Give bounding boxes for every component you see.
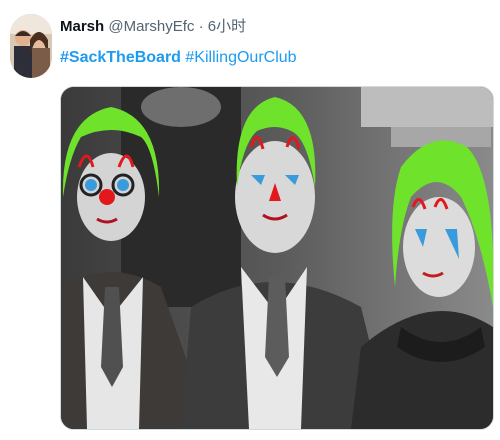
tweet-card: Marsh @MarshyEfc · 6小时 #SackTheBoard #Ki… bbox=[0, 0, 500, 440]
hashtag-killingourclub[interactable]: #KillingOurClub bbox=[185, 49, 296, 66]
avatar-image bbox=[10, 14, 52, 78]
tweet-text: #SackTheBoard #KillingOurClub bbox=[60, 48, 297, 68]
hashtag-sacktheboard[interactable]: #SackTheBoard bbox=[60, 49, 181, 66]
tweet-photo[interactable] bbox=[60, 86, 494, 430]
display-name[interactable]: Marsh bbox=[60, 18, 104, 35]
tweet-header: Marsh @MarshyEfc · 6小时 bbox=[60, 18, 246, 36]
avatar[interactable] bbox=[10, 14, 52, 78]
separator-dot: · bbox=[198, 18, 204, 35]
photo-image bbox=[61, 87, 493, 429]
timestamp[interactable]: 6小时 bbox=[208, 18, 246, 35]
user-handle[interactable]: @MarshyEfc bbox=[108, 18, 194, 35]
